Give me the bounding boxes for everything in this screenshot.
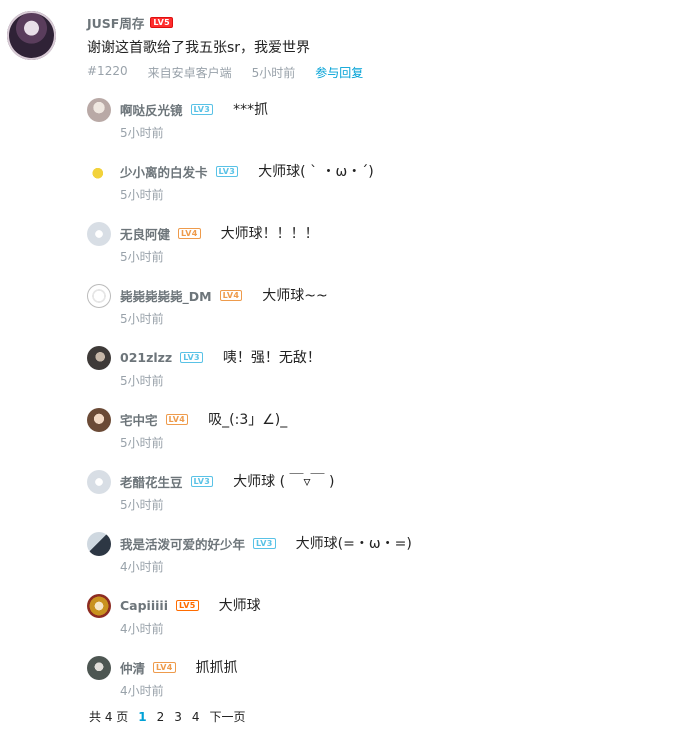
reply-avatar[interactable] <box>87 656 111 680</box>
page-2-button[interactable]: 2 <box>157 710 165 724</box>
comment-time: 5小时前 <box>251 66 296 80</box>
reply-text: 大师球 <box>218 598 261 614</box>
level-badge: LV4 <box>165 413 189 425</box>
floor-number: #1220 <box>87 64 128 78</box>
comment-meta: #1220 来自安卓客户端 5小时前 参与回复 <box>87 64 383 81</box>
reply-item: 毙毙毙毙毙_DM LV4 大师球~~ 5小时前 <box>87 282 647 332</box>
reply-username[interactable]: 仲清 <box>120 658 145 677</box>
reply-avatar[interactable] <box>87 222 111 246</box>
reply-text: 抓抓抓 <box>195 660 238 676</box>
reply-time: 5小时前 <box>120 312 164 326</box>
level-badge: LV4 <box>219 289 243 301</box>
reply-item: 我是活泼可爱的好少年 LV3 大师球(=・ω・=) 4小时前 <box>87 530 647 580</box>
reply-username[interactable]: 少小离的白发卡 <box>120 162 208 181</box>
reply-avatar[interactable] <box>87 346 111 370</box>
reply-item: 无良阿健 LV4 大师球！！！！ 5小时前 <box>87 220 647 270</box>
page-1-button[interactable]: 1 <box>138 710 146 724</box>
reply-time: 5小时前 <box>120 436 164 450</box>
reply-time: 4小时前 <box>120 560 164 574</box>
level-badge: LV3 <box>180 351 203 363</box>
reply-username[interactable]: 毙毙毙毙毙_DM <box>120 286 212 305</box>
level-badge: LV5 <box>150 16 173 28</box>
reply-text: 大师球(=・ω・=) <box>295 536 412 552</box>
reply-text: 大师球~~ <box>262 288 328 304</box>
next-page-button[interactable]: 下一页 <box>210 708 246 725</box>
reply-item: 仲清 LV4 抓抓抓 4小时前 <box>87 654 647 704</box>
reply-avatar[interactable] <box>87 594 111 618</box>
total-pages: 共 4 页 <box>89 710 129 724</box>
level-badge: LV4 <box>153 661 176 673</box>
level-badge: LV3 <box>253 537 276 549</box>
reply-username[interactable]: 我是活泼可爱的好少年 <box>120 534 245 553</box>
reply-username[interactable]: 宅中宅 <box>120 410 158 429</box>
reply-time: 5小时前 <box>120 498 164 512</box>
pagination: 共 4 页 1 2 3 4 下一页 <box>89 708 256 725</box>
reply-time: 5小时前 <box>120 250 164 264</box>
level-badge: LV3 <box>190 475 214 487</box>
comment-text: 谢谢这首歌给了我五张sr，我爱世界 <box>87 40 311 56</box>
reply-time: 5小时前 <box>120 126 164 140</box>
reply-item: 宅中宅 LV4 吸_(:3」∠)_ 5小时前 <box>87 406 647 456</box>
reply-text: 大师球( ` ・ω・´) <box>258 164 374 180</box>
reply-time: 5小时前 <box>120 188 164 202</box>
level-badge: LV3 <box>190 103 214 115</box>
reply-time: 5小时前 <box>120 374 164 388</box>
reply-text: 咦！强！无敌！ <box>222 350 321 366</box>
client-source: 来自安卓客户端 <box>147 66 232 80</box>
level-badge: LV3 <box>215 165 239 177</box>
reply-text: 大师球 ( ￣▿￣ ) <box>233 474 335 490</box>
page-3-button[interactable]: 3 <box>174 710 182 724</box>
level-badge: LV5 <box>175 599 199 611</box>
reply-username[interactable]: 老醋花生豆 <box>120 472 183 491</box>
reply-text: 大师球！！！！ <box>220 226 319 242</box>
reply-button[interactable]: 参与回复 <box>315 64 363 81</box>
reply-avatar[interactable] <box>87 284 111 308</box>
reply-item: 少小离的白发卡 LV3 大师球( ` ・ω・´) 5小时前 <box>87 158 647 208</box>
reply-item: 老醋花生豆 LV3 大师球 ( ￣▿￣ ) 5小时前 <box>87 468 647 518</box>
reply-username[interactable]: 啊哒反光镜 <box>120 100 183 119</box>
reply-avatar[interactable] <box>87 160 111 184</box>
reply-time: 4小时前 <box>120 622 164 636</box>
reply-text: 吸_(:3」∠)_ <box>208 412 288 428</box>
reply-item: 021zlzz LV3 咦！强！无敌！ 5小时前 <box>87 344 647 394</box>
level-badge: LV4 <box>178 227 201 239</box>
reply-username[interactable]: Capiiiii <box>120 598 168 613</box>
reply-avatar[interactable] <box>87 470 111 494</box>
comment-header: JUSF周存 LV5 <box>87 13 173 31</box>
reply-item: 啊哒反光镜 LV3 ***抓 5小时前 <box>87 96 647 146</box>
comment-username[interactable]: JUSF周存 <box>87 13 144 32</box>
user-avatar[interactable] <box>7 11 56 60</box>
reply-username[interactable]: 021zlzz <box>120 350 172 365</box>
reply-avatar[interactable] <box>87 98 111 122</box>
reply-item: Capiiiii LV5 大师球 4小时前 <box>87 592 647 642</box>
reply-avatar[interactable] <box>87 408 111 432</box>
reply-text: ***抓 <box>233 102 269 118</box>
page-4-button[interactable]: 4 <box>192 710 200 724</box>
reply-time: 4小时前 <box>120 684 164 698</box>
reply-avatar[interactable] <box>87 532 111 556</box>
reply-username[interactable]: 无良阿健 <box>120 224 170 243</box>
